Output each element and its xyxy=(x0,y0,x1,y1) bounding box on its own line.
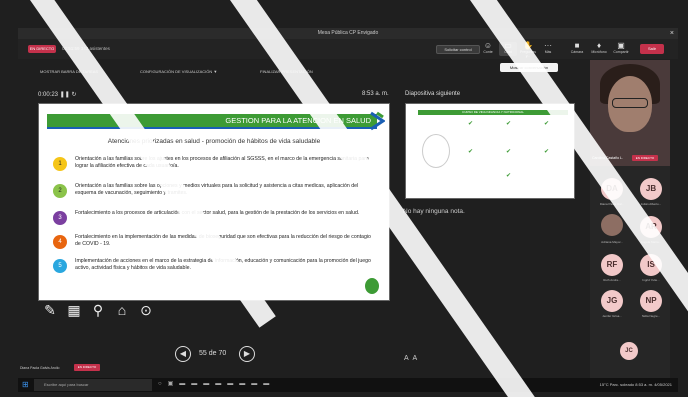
share-icon: ▣ xyxy=(617,41,625,50)
mic-button[interactable]: ♦ Micrófono xyxy=(590,42,608,56)
item-text: Fortalecimiento a los procesos de articu… xyxy=(75,210,360,216)
live-badge: EN DIRECTO xyxy=(28,45,56,53)
avatar[interactable]: JB xyxy=(640,178,662,200)
avatar[interactable]: JG xyxy=(601,290,623,312)
share-button[interactable]: ▣ Compartir xyxy=(612,42,630,56)
check-icon: ✔ xyxy=(468,121,474,127)
windows-start-icon[interactable]: ⊞ xyxy=(22,381,29,389)
avatar-name: Adriana Mayor... xyxy=(601,240,623,244)
check-icon: ✔ xyxy=(468,149,474,155)
avatar[interactable]: NP xyxy=(640,290,662,312)
item-number: 2 xyxy=(53,184,67,198)
mic-icon: ♦ xyxy=(596,41,602,50)
logo-icon xyxy=(370,111,385,131)
slide-tools: ✎ ▦ ⚲ ⌂ ⊙ xyxy=(38,302,158,322)
leave-button[interactable]: Salir xyxy=(640,44,664,54)
next-slide-button[interactable]: ▶ xyxy=(239,346,255,362)
presenter-live-badge: EN DIRECTO xyxy=(74,364,100,371)
clock: 8:53 a. m. xyxy=(362,91,389,97)
item-number: 3 xyxy=(53,211,67,225)
system-tray: 15°C Parc. soleado 8:53 a. m. 4/05/2021 xyxy=(599,382,672,387)
diagram-icon xyxy=(422,134,450,168)
pause-icon[interactable]: ❚❚ xyxy=(60,92,70,98)
camera-button[interactable]: ■ Cámara xyxy=(568,42,586,56)
item-text: Orientación a las familias sobre las opc… xyxy=(75,183,359,196)
window-title: Mesa Pública CP Envigado xyxy=(317,30,379,36)
check-icon: ✔ xyxy=(506,173,512,179)
more-button[interactable]: ··· Más xyxy=(539,42,557,56)
avatar[interactable]: RF xyxy=(601,254,623,276)
grid-icon[interactable]: ▦ xyxy=(62,302,86,319)
request-control-button[interactable]: Solicitar control xyxy=(436,45,480,54)
reset-icon[interactable]: ↻ xyxy=(71,92,76,98)
window-titlebar: Mesa Pública CP Envigado × xyxy=(18,28,678,39)
pointer-icon[interactable]: ⌂ xyxy=(110,302,134,318)
avatar-name: Ruth Andre... xyxy=(603,278,621,282)
avatar-name: Ingrid Yulie... xyxy=(642,278,660,282)
close-icon[interactable]: × xyxy=(670,28,674,39)
check-icon: ✔ xyxy=(506,149,512,155)
check-icon: ✔ xyxy=(544,149,550,155)
video-glasses xyxy=(612,98,648,108)
windows-taskbar: ⊞ Escribe aquí para buscar ○▣▬▬▬▬▬▬▬▬ 15… xyxy=(18,378,678,392)
check-icon: ✔ xyxy=(544,121,550,127)
avatar-photo[interactable] xyxy=(601,214,623,236)
presentation-timer: 0:00:23 ❚❚ ↻ xyxy=(38,92,77,98)
item-number: 1 xyxy=(53,157,67,171)
page-indicator: 55 de 70 xyxy=(199,350,227,357)
avatar[interactable]: JC xyxy=(620,342,638,360)
more-icon: ··· xyxy=(544,41,552,50)
seal-icon xyxy=(365,278,379,294)
display-settings-button[interactable]: CONFIGURACIÓN DE VISUALIZACIÓN ▼ xyxy=(140,66,217,78)
more-options-icon[interactable]: ⊙ xyxy=(134,302,158,319)
slide-notes: No hay ninguna nota. xyxy=(403,208,465,215)
avatar-name: Nidia Negre... xyxy=(641,314,661,318)
meeting-bar: EN DIRECTO 02:51:59 343 asistentes Solic… xyxy=(18,39,678,59)
presenter-name: Diana Paola Galvis Aroilo xyxy=(20,366,60,370)
next-slide-preview[interactable]: CURSO DE VIDA INFANCIA Y NUTRICIONAL ✔ ✔… xyxy=(405,103,575,199)
people-icon: ☺ xyxy=(483,41,493,50)
check-icon: ✔ xyxy=(506,121,512,127)
item-number: 4 xyxy=(53,235,67,249)
next-slide-title: CURSO DE VIDA INFANCIA Y NUTRICIONAL xyxy=(418,110,568,115)
pen-icon[interactable]: ✎ xyxy=(38,302,62,319)
avatar-name: Jenifer Grisa... xyxy=(602,314,622,318)
font-size-controls[interactable]: A A xyxy=(404,355,417,362)
item-number: 5 xyxy=(53,259,67,273)
zoom-icon[interactable]: ⚲ xyxy=(86,302,110,319)
camera-icon: ■ xyxy=(574,41,580,50)
slide-item: 2 Orientación a las familias sobre las op… xyxy=(53,182,373,202)
next-slide-label: Diapositiva siguiente xyxy=(405,91,461,97)
previous-slide-button[interactable]: ◀ xyxy=(175,346,191,362)
video-live-badge: EN DIRECTO xyxy=(632,155,658,161)
taskbar-search[interactable]: Escribe aquí para buscar xyxy=(34,379,152,391)
taskbar-apps[interactable]: ○▣▬▬▬▬▬▬▬▬ xyxy=(158,380,275,387)
people-button[interactable]: ☺ Conte xyxy=(479,42,497,56)
slide-navigation: ◀ 55 de 70 ▶ xyxy=(175,346,259,364)
item-text: Orientación a las familias sobre los aju… xyxy=(75,156,369,169)
slide-item: 1 Orientación a las familias sobre los aj… xyxy=(53,155,373,175)
